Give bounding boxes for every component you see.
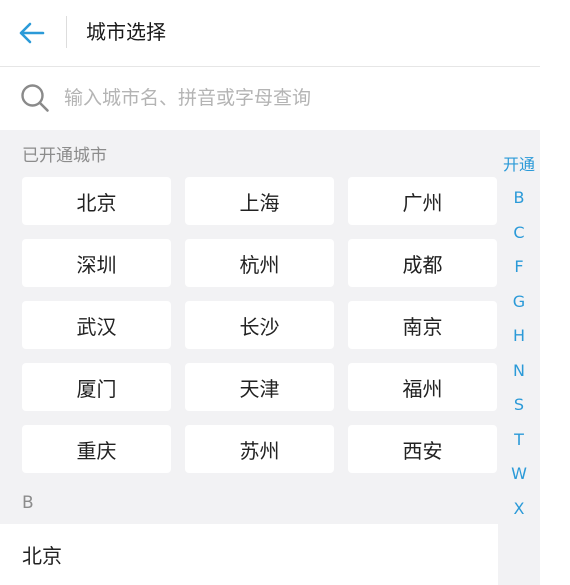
index-item-n[interactable]: N [498, 353, 540, 388]
header-divider [66, 16, 67, 48]
city-button[interactable]: 上海 [185, 177, 334, 225]
section-label-b: B [22, 493, 34, 513]
index-item-t[interactable]: T [498, 422, 540, 457]
city-button[interactable]: 北京 [22, 177, 171, 225]
city-button[interactable]: 广州 [348, 177, 497, 225]
index-item-f[interactable]: F [498, 250, 540, 285]
city-button[interactable]: 长沙 [185, 301, 334, 349]
index-item-open[interactable]: 开通 [498, 146, 540, 181]
city-button[interactable]: 杭州 [185, 239, 334, 287]
index-item-w[interactable]: W [498, 457, 540, 492]
index-item-x[interactable]: X [498, 491, 540, 526]
index-item-c[interactable]: C [498, 215, 540, 250]
city-select-screen: 城市选择 已开通城市 北京 上海 广州 深圳 杭州 成都 武汉 长沙 南京 厦门… [0, 0, 540, 585]
open-city-grid: 北京 上海 广州 深圳 杭州 成都 武汉 长沙 南京 厦门 天津 福州 重庆 苏… [22, 177, 498, 473]
search-bar [0, 67, 540, 130]
city-button[interactable]: 南京 [348, 301, 497, 349]
index-item-g[interactable]: G [498, 284, 540, 319]
index-item-s[interactable]: S [498, 388, 540, 423]
city-button[interactable]: 苏州 [185, 425, 334, 473]
city-button[interactable]: 成都 [348, 239, 497, 287]
back-button[interactable] [14, 15, 50, 51]
city-button[interactable]: 天津 [185, 363, 334, 411]
city-button[interactable]: 武汉 [22, 301, 171, 349]
header-bar: 城市选择 [0, 0, 540, 67]
city-button[interactable]: 西安 [348, 425, 497, 473]
back-arrow-icon [19, 22, 45, 44]
section-label-open-cities: 已开通城市 [22, 146, 107, 166]
index-item-b[interactable]: B [498, 181, 540, 216]
search-input[interactable] [64, 81, 504, 115]
alphabet-index-bar: 开通 B C F G H N S T W X [498, 146, 540, 526]
search-icon [21, 84, 49, 112]
city-button[interactable]: 厦门 [22, 363, 171, 411]
page-title: 城市选择 [86, 20, 166, 44]
city-button[interactable]: 福州 [348, 363, 497, 411]
right-edge-strip [540, 0, 570, 585]
city-button[interactable]: 深圳 [22, 239, 171, 287]
index-item-h[interactable]: H [498, 319, 540, 354]
city-button[interactable]: 重庆 [22, 425, 171, 473]
city-list-item[interactable]: 北京 [0, 524, 498, 585]
